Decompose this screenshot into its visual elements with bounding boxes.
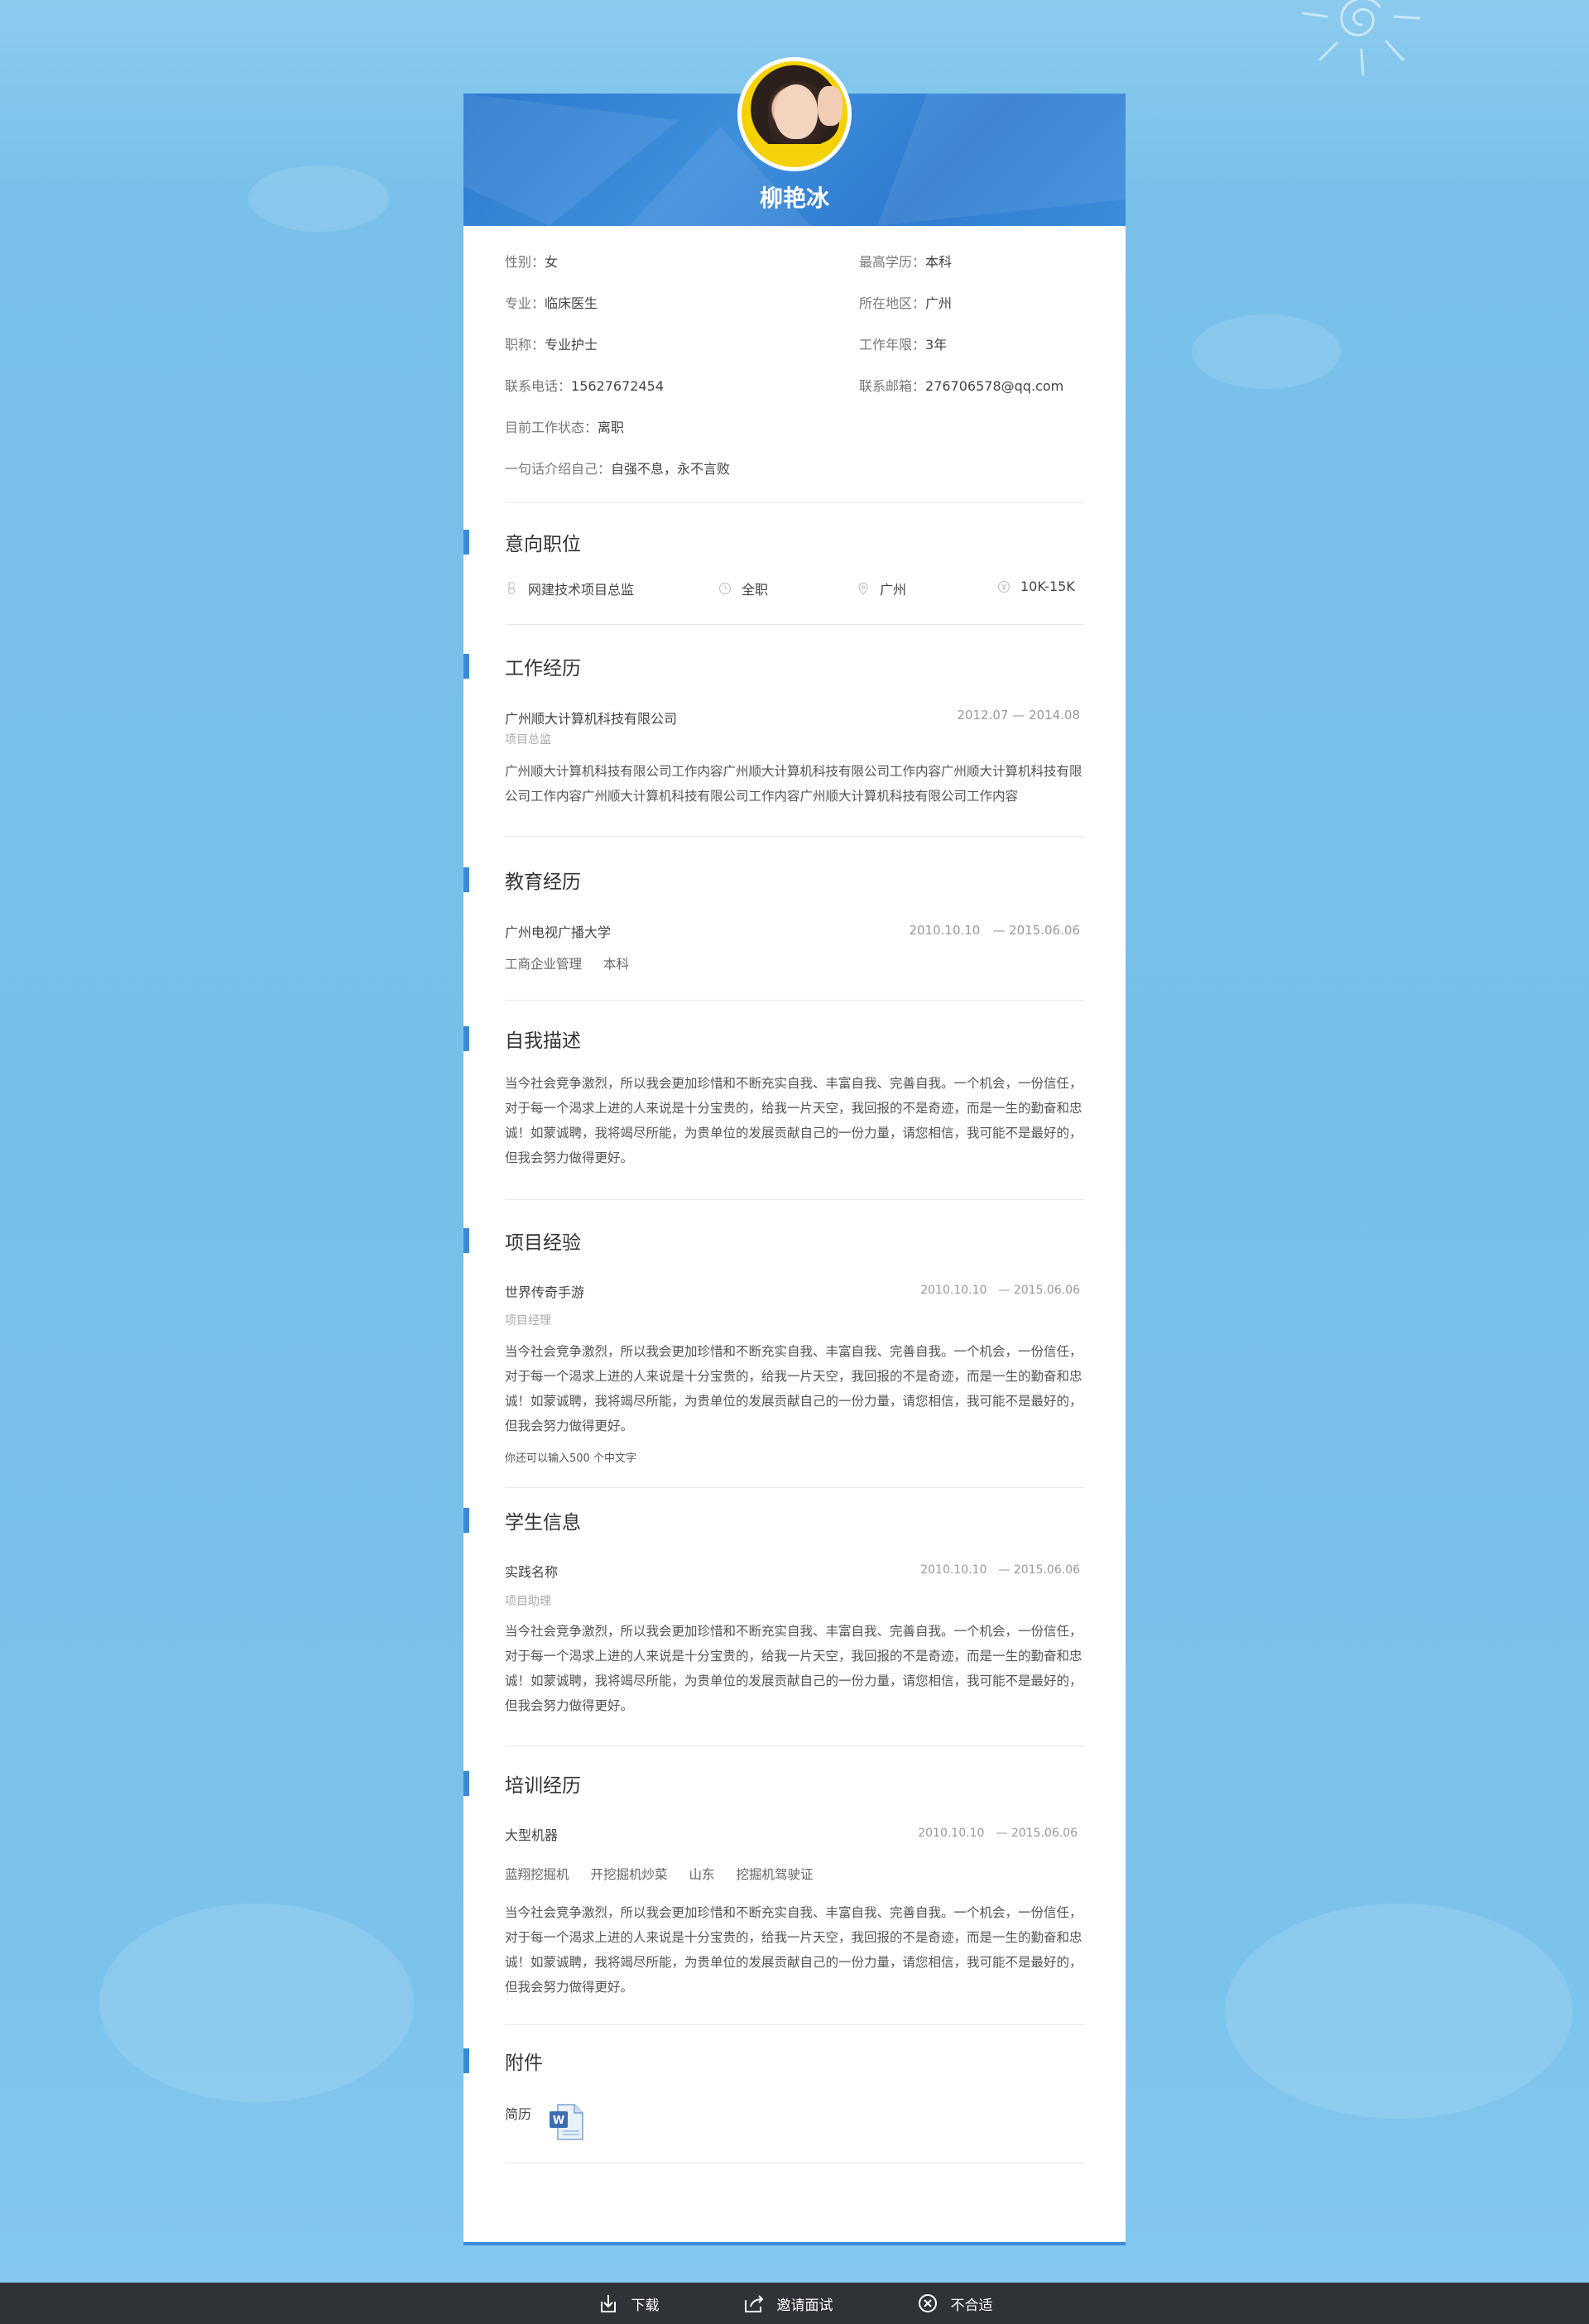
work-description: 广州顺大计算机科技有限公司工作内容广州顺大计算机科技有限公司工作内容广州顺大计算…: [505, 764, 1083, 804]
education-major: 工商企业管理: [505, 957, 583, 972]
info-region: 所在地区：广州: [859, 295, 953, 311]
background-cloud: [99, 1904, 414, 2102]
word-document-icon[interactable]: W: [546, 2101, 588, 2143]
invite-interview-button[interactable]: 邀请面试: [742, 2292, 833, 2315]
training-tag: 挖掘机驾驶证: [736, 1867, 814, 1882]
svg-text:W: W: [553, 2115, 564, 2127]
location-pin-icon: [857, 582, 870, 595]
section-marker: [463, 1771, 469, 1796]
student-name: 实践名称: [505, 1564, 559, 1580]
education-date: 2010.10.10 — 2015.06.06: [909, 923, 1080, 938]
section-title-intent: 意向职位: [505, 534, 581, 555]
intent-type: 全职: [718, 579, 768, 598]
intent-location: 广州: [857, 579, 906, 598]
share-icon: [744, 2295, 763, 2312]
attachment-label: 简历: [505, 2106, 532, 2122]
section-marker: [463, 1508, 469, 1533]
section-title-attachment: 附件: [505, 2053, 543, 2074]
training-description: 当今社会竞争激烈，所以我会更加珍惜和不断充实自我、丰富自我、完善自我。一个机会，…: [505, 1905, 1083, 1995]
reject-button[interactable]: 不合适: [916, 2292, 993, 2315]
divider: [505, 1000, 1084, 1001]
work-company: 广州顺大计算机科技有限公司: [505, 711, 678, 727]
section-title-project: 项目经验: [505, 1232, 581, 1254]
invite-interview-label: 邀请面试: [776, 2297, 833, 2314]
intent-position: 网建技术项目总监: [505, 579, 634, 598]
work-date: 2012.07 — 2014.08: [957, 708, 1080, 723]
candidate-name: 柳艳冰: [759, 185, 829, 212]
work-role: 项目总监: [505, 733, 551, 747]
divider: [505, 1745, 1084, 1746]
section-marker: [463, 867, 469, 892]
education-degree: 本科: [603, 957, 630, 972]
info-phone: 联系电话：15627672454: [505, 378, 664, 394]
divider: [505, 836, 1084, 837]
close-circle-icon: [918, 2294, 937, 2312]
medal-icon: [505, 582, 518, 595]
divider: [505, 2024, 1084, 2025]
student-role: 项目助理: [505, 1595, 551, 1608]
student-description: 当今社会竞争激烈，所以我会更加珍惜和不断充实自我、丰富自我、完善自我。一个机会，…: [505, 1624, 1083, 1713]
student-date: 2010.10.10 — 2015.06.06: [920, 1563, 1080, 1577]
divider: [505, 1199, 1084, 1200]
project-description: 当今社会竞争激烈，所以我会更加珍惜和不断充实自我、丰富自我、完善自我。一个机会，…: [505, 1344, 1083, 1433]
info-email: 联系邮箱：276706578@qq.com: [859, 378, 1064, 394]
project-role: 项目经理: [505, 1314, 551, 1328]
background-cloud: [1192, 315, 1341, 389]
info-years: 工作年限：3年: [859, 337, 948, 353]
education-school: 广州电视广播大学: [505, 924, 612, 940]
training-name: 大型机器: [505, 1827, 559, 1843]
section-title-training: 培训经历: [505, 1775, 581, 1797]
download-button[interactable]: 下载: [597, 2292, 660, 2315]
section-title-self: 自我描述: [505, 1030, 581, 1052]
sun-doodle-icon: [1302, 0, 1421, 76]
download-label: 下载: [631, 2297, 660, 2314]
section-marker: [463, 1228, 469, 1253]
training-tag: 开挖掘机炒菜: [590, 1867, 668, 1882]
info-intro: 一句话介绍自己：自强不息，永不言败: [505, 461, 731, 477]
info-major: 专业：临床医生: [505, 295, 598, 311]
download-icon: [600, 2295, 616, 2312]
training-date: 2010.10.10 — 2015.06.06: [918, 1827, 1078, 1840]
background-cloud: [248, 166, 389, 232]
project-char-hint: 你还可以输入500 个中文字: [505, 1452, 636, 1465]
training-tag: 山东: [689, 1867, 715, 1882]
education-details: 工商企业管理 本科: [505, 954, 629, 972]
reject-label: 不合适: [950, 2297, 993, 2314]
section-marker: [463, 2048, 469, 2073]
divider: [505, 502, 1084, 503]
section-title-education: 教育经历: [505, 872, 581, 893]
resume-card: 柳艳冰 性别：女 最高学历：本科 专业：临床医生 所在地区：广州 职称：专业护士…: [463, 57, 1126, 2245]
clock-icon: [718, 582, 732, 595]
background-cloud: [1225, 1904, 1572, 2119]
self-description: 当今社会竞争激烈，所以我会更加珍惜和不断充实自我、丰富自我、完善自我。一个机会，…: [505, 1076, 1083, 1165]
section-marker: [463, 530, 469, 555]
basic-info: 性别：女 最高学历：本科 专业：临床医生 所在地区：广州 职称：专业护士 工作年…: [463, 226, 1126, 503]
section-title-student: 学生信息: [505, 1512, 581, 1534]
info-status: 目前工作状态：离职: [505, 420, 625, 435]
section-title-work: 工作经历: [505, 658, 581, 679]
training-tag: 蓝翔挖掘机: [505, 1867, 569, 1882]
divider: [505, 1487, 1084, 1488]
intent-salary: 10K-15K: [997, 579, 1075, 594]
section-marker: [463, 1026, 469, 1051]
section-marker: [463, 654, 469, 679]
avatar: [737, 57, 852, 171]
info-education: 最高学历：本科: [859, 254, 953, 270]
info-title: 职称：专业护士: [505, 337, 598, 353]
training-tags: 蓝翔挖掘机 开挖掘机炒菜 山东 挖掘机驾驶证: [505, 1865, 814, 1883]
yuan-coin-icon: [997, 580, 1011, 593]
project-name: 世界传奇手游: [505, 1284, 585, 1300]
info-gender: 性别：女: [505, 254, 559, 270]
project-date: 2010.10.10 — 2015.06.06: [920, 1284, 1080, 1297]
divider: [505, 624, 1084, 625]
bottom-action-bar: 下载 邀请面试 不合适: [0, 2283, 1589, 2324]
